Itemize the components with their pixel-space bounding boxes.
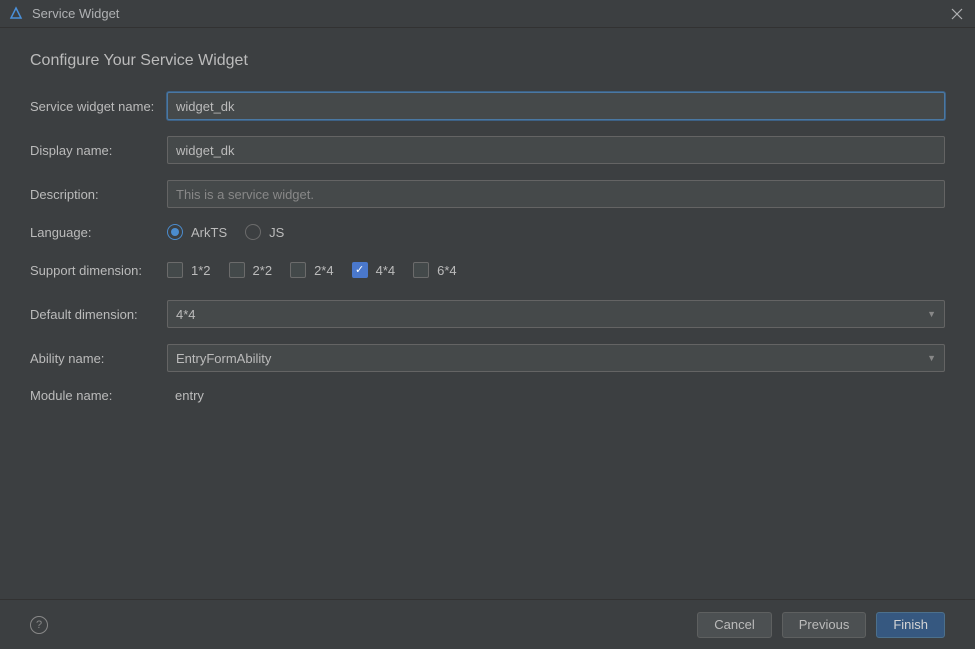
checkbox-icon: ✓ — [352, 262, 368, 278]
dimension-checkbox-6x4[interactable]: 6*4 — [413, 262, 457, 278]
dimension-checkbox-2x4[interactable]: 2*4 — [290, 262, 334, 278]
dimension-label: Support dimension: — [30, 263, 167, 278]
language-js-label: JS — [269, 225, 284, 240]
default-dimension-select[interactable]: 4*4 ▼ — [167, 300, 945, 328]
help-icon: ? — [36, 619, 42, 631]
help-button[interactable]: ? — [30, 616, 48, 634]
ability-select[interactable]: EntryFormAbility ▼ — [167, 344, 945, 372]
widget-name-label: Service widget name: — [30, 99, 167, 114]
window-title: Service Widget — [32, 6, 119, 21]
default-dimension-row: Default dimension: 4*4 ▼ — [30, 300, 945, 328]
chevron-down-icon: ▼ — [927, 353, 936, 363]
radio-icon — [245, 224, 261, 240]
radio-icon — [167, 224, 183, 240]
language-radio-arkts[interactable]: ArkTS — [167, 224, 227, 240]
close-button[interactable] — [949, 6, 965, 22]
ability-value: EntryFormAbility — [176, 351, 271, 366]
dimension-6x4-label: 6*4 — [437, 263, 457, 278]
description-label: Description: — [30, 187, 167, 202]
dimension-checkbox-4x4[interactable]: ✓ 4*4 — [352, 262, 396, 278]
cancel-button[interactable]: Cancel — [697, 612, 771, 638]
previous-button[interactable]: Previous — [782, 612, 867, 638]
dimension-row: Support dimension: 1*2 2*2 2*4 ✓ 4*4 — [30, 262, 945, 278]
display-name-row: Display name: — [30, 136, 945, 164]
dimension-checkbox-1x2[interactable]: 1*2 — [167, 262, 211, 278]
language-arkts-label: ArkTS — [191, 225, 227, 240]
dimension-1x2-label: 1*2 — [191, 263, 211, 278]
ability-row: Ability name: EntryFormAbility ▼ — [30, 344, 945, 372]
module-value: entry — [167, 388, 204, 403]
display-name-input[interactable] — [167, 136, 945, 164]
footer-bar: ? Cancel Previous Finish — [0, 599, 975, 649]
dimension-checkbox-2x2[interactable]: 2*2 — [229, 262, 273, 278]
ability-label: Ability name: — [30, 351, 167, 366]
display-name-label: Display name: — [30, 143, 167, 158]
language-radio-js[interactable]: JS — [245, 224, 284, 240]
widget-name-input[interactable] — [167, 92, 945, 120]
description-row: Description: — [30, 180, 945, 208]
finish-button[interactable]: Finish — [876, 612, 945, 638]
checkbox-icon — [413, 262, 429, 278]
checkbox-icon — [290, 262, 306, 278]
module-label: Module name: — [30, 388, 167, 403]
language-row: Language: ArkTS JS — [30, 224, 945, 240]
default-dimension-value: 4*4 — [176, 307, 196, 322]
content-area: Configure Your Service Widget Service wi… — [0, 28, 975, 403]
language-label: Language: — [30, 225, 167, 240]
checkbox-icon — [167, 262, 183, 278]
module-row: Module name: entry — [30, 388, 945, 403]
description-input[interactable] — [167, 180, 945, 208]
page-title: Configure Your Service Widget — [30, 52, 945, 70]
chevron-down-icon: ▼ — [927, 309, 936, 319]
dimension-2x4-label: 2*4 — [314, 263, 334, 278]
dimension-2x2-label: 2*2 — [253, 263, 273, 278]
dimension-4x4-label: 4*4 — [376, 263, 396, 278]
default-dimension-label: Default dimension: — [30, 307, 167, 322]
app-icon — [8, 6, 24, 22]
checkbox-icon — [229, 262, 245, 278]
titlebar: Service Widget — [0, 0, 975, 28]
widget-name-row: Service widget name: — [30, 92, 945, 120]
